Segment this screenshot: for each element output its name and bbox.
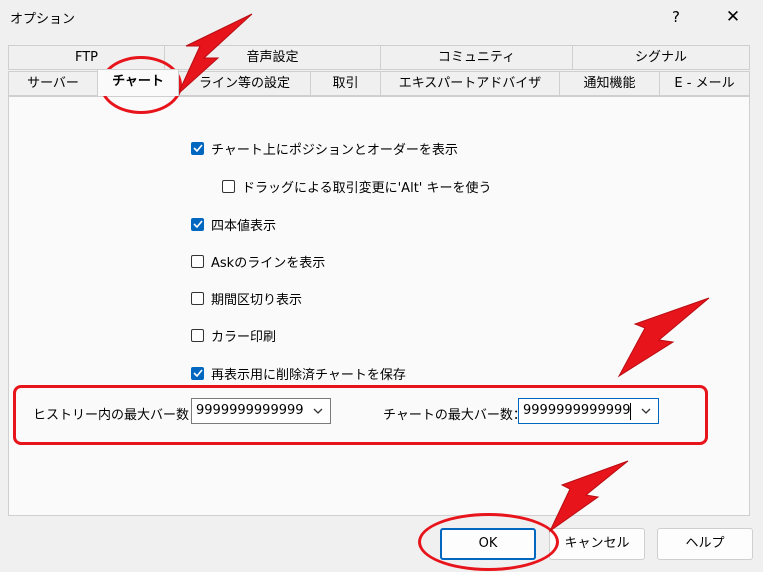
tab-notifications[interactable]: 通知機能 <box>559 71 660 96</box>
tab-chart[interactable]: チャート <box>97 69 179 96</box>
option-period-separators[interactable]: 期間区切り表示 <box>191 288 302 308</box>
tab-server[interactable]: サーバー <box>8 71 98 96</box>
help-icon[interactable]: ? <box>662 5 690 29</box>
option-color-print[interactable]: カラー印刷 <box>191 325 276 345</box>
option-ask-line[interactable]: Askのラインを表示 <box>191 251 325 271</box>
tab-ftp[interactable]: FTP <box>8 45 165 70</box>
checkbox-unchecked[interactable] <box>191 328 204 342</box>
checkbox-checked[interactable] <box>191 366 204 380</box>
help-button[interactable]: ヘルプ <box>657 528 753 560</box>
checkbox-unchecked[interactable] <box>191 291 204 305</box>
chart-bars-combo[interactable]: 9999999999999 <box>518 398 659 424</box>
title-bar: オプション ? ✕ <box>0 0 763 34</box>
option-alt-drag[interactable]: ドラッグによる取引変更に'Alt' キーを使う <box>222 176 492 196</box>
ok-button[interactable]: OK <box>440 528 536 560</box>
checkbox-unchecked[interactable] <box>191 254 204 268</box>
option-ohlc[interactable]: 四本値表示 <box>191 214 276 234</box>
option-label: 四本値表示 <box>211 218 277 234</box>
option-label: 期間区切り表示 <box>211 292 303 308</box>
chevron-down-icon[interactable] <box>312 405 324 417</box>
chart-bars-label: チャートの最大バー数： <box>383 408 526 423</box>
option-label: 再表示用に削除済チャートを保存 <box>211 367 406 383</box>
option-label: カラー印刷 <box>211 329 277 345</box>
tab-sound[interactable]: 音声設定 <box>164 45 381 70</box>
option-save-deleted-charts[interactable]: 再表示用に削除済チャートを保存 <box>191 363 406 383</box>
tab-trade[interactable]: 取引 <box>310 71 381 96</box>
tab-expert-advisor[interactable]: エキスパートアドバイザ <box>380 71 560 96</box>
checkbox-checked[interactable] <box>191 141 204 155</box>
option-label: Askのラインを表示 <box>211 255 326 271</box>
option-label: ドラッグによる取引変更に'Alt' キーを使う <box>242 180 492 196</box>
option-show-positions-orders[interactable]: チャート上にポジションとオーダーを表示 <box>191 138 458 158</box>
text-caret <box>630 403 631 420</box>
chart-bars-value: 9999999999999 <box>523 403 631 418</box>
history-bars-value: 9999999999999 <box>196 403 304 418</box>
window-title: オプション <box>10 12 76 27</box>
tab-signal[interactable]: シグナル <box>572 45 750 70</box>
cancel-button[interactable]: キャンセル <box>549 528 645 560</box>
close-icon[interactable]: ✕ <box>718 5 748 29</box>
checkbox-unchecked[interactable] <box>222 179 235 193</box>
history-bars-combo[interactable]: 9999999999999 <box>191 398 331 424</box>
tab-email[interactable]: E - メール <box>659 71 750 96</box>
history-bars-label: ヒストリー内の最大バー数 <box>33 408 190 423</box>
chart-settings-panel <box>8 96 750 516</box>
tab-community[interactable]: コミュニティ <box>380 45 573 70</box>
chevron-down-icon[interactable] <box>640 405 652 417</box>
checkbox-checked[interactable] <box>191 217 204 231</box>
option-label: チャート上にポジションとオーダーを表示 <box>211 142 458 158</box>
tab-line-settings[interactable]: ライン等の設定 <box>178 71 311 96</box>
